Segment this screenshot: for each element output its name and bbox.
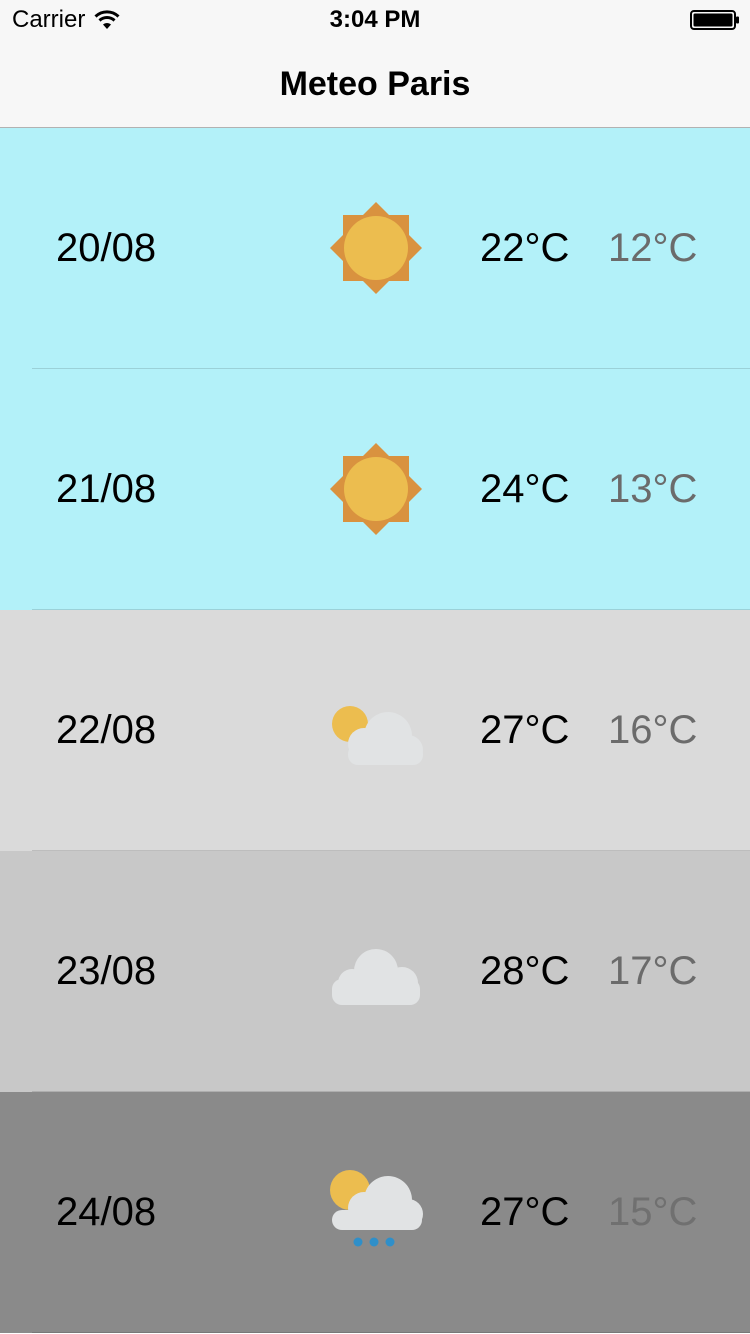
forecast-date: 20/08: [56, 226, 157, 270]
forecast-row[interactable]: 20/08 22°C 12°C: [0, 128, 750, 369]
cloud-icon: [332, 949, 420, 1005]
forecast-date: 22/08: [56, 708, 157, 752]
max-temperature: 22°C: [480, 226, 570, 270]
forecast-row[interactable]: 24/08 27°C 15°C: [0, 1092, 750, 1333]
min-temperature: 13°C: [608, 467, 698, 511]
forecast-row[interactable]: 23/08 28°C 17°C: [0, 851, 750, 1092]
max-temperature: 24°C: [480, 467, 570, 511]
navigation-bar: Meteo Paris: [0, 40, 750, 128]
min-temperature: 16°C: [608, 708, 698, 752]
status-bar: Carrier 3:04 PM: [0, 0, 750, 40]
battery-icon: [690, 10, 739, 30]
forecast-date: 23/08: [56, 949, 157, 993]
sun-icon: [330, 202, 422, 294]
min-temperature: 17°C: [608, 949, 698, 993]
max-temperature: 28°C: [480, 949, 570, 993]
max-temperature: 27°C: [480, 708, 570, 752]
min-temperature: 12°C: [608, 226, 698, 270]
page-title: Meteo Paris: [279, 65, 471, 103]
sun-icon: [330, 443, 422, 535]
forecast-date: 24/08: [56, 1190, 157, 1234]
forecast-list[interactable]: 20/08 22°C 12°C 21/08 24°C 13°C 22/08 27…: [0, 128, 750, 1333]
max-temperature: 27°C: [480, 1190, 570, 1234]
status-time: 3:04 PM: [329, 6, 421, 33]
min-temperature: 15°C: [608, 1190, 698, 1234]
partly-cloudy-icon: [332, 706, 423, 765]
row-divider: [32, 1332, 750, 1333]
rain-icon: [330, 1170, 423, 1247]
forecast-date: 21/08: [56, 467, 157, 511]
forecast-row[interactable]: 21/08 24°C 13°C: [0, 369, 750, 610]
forecast-row[interactable]: 22/08 27°C 16°C: [0, 610, 750, 851]
